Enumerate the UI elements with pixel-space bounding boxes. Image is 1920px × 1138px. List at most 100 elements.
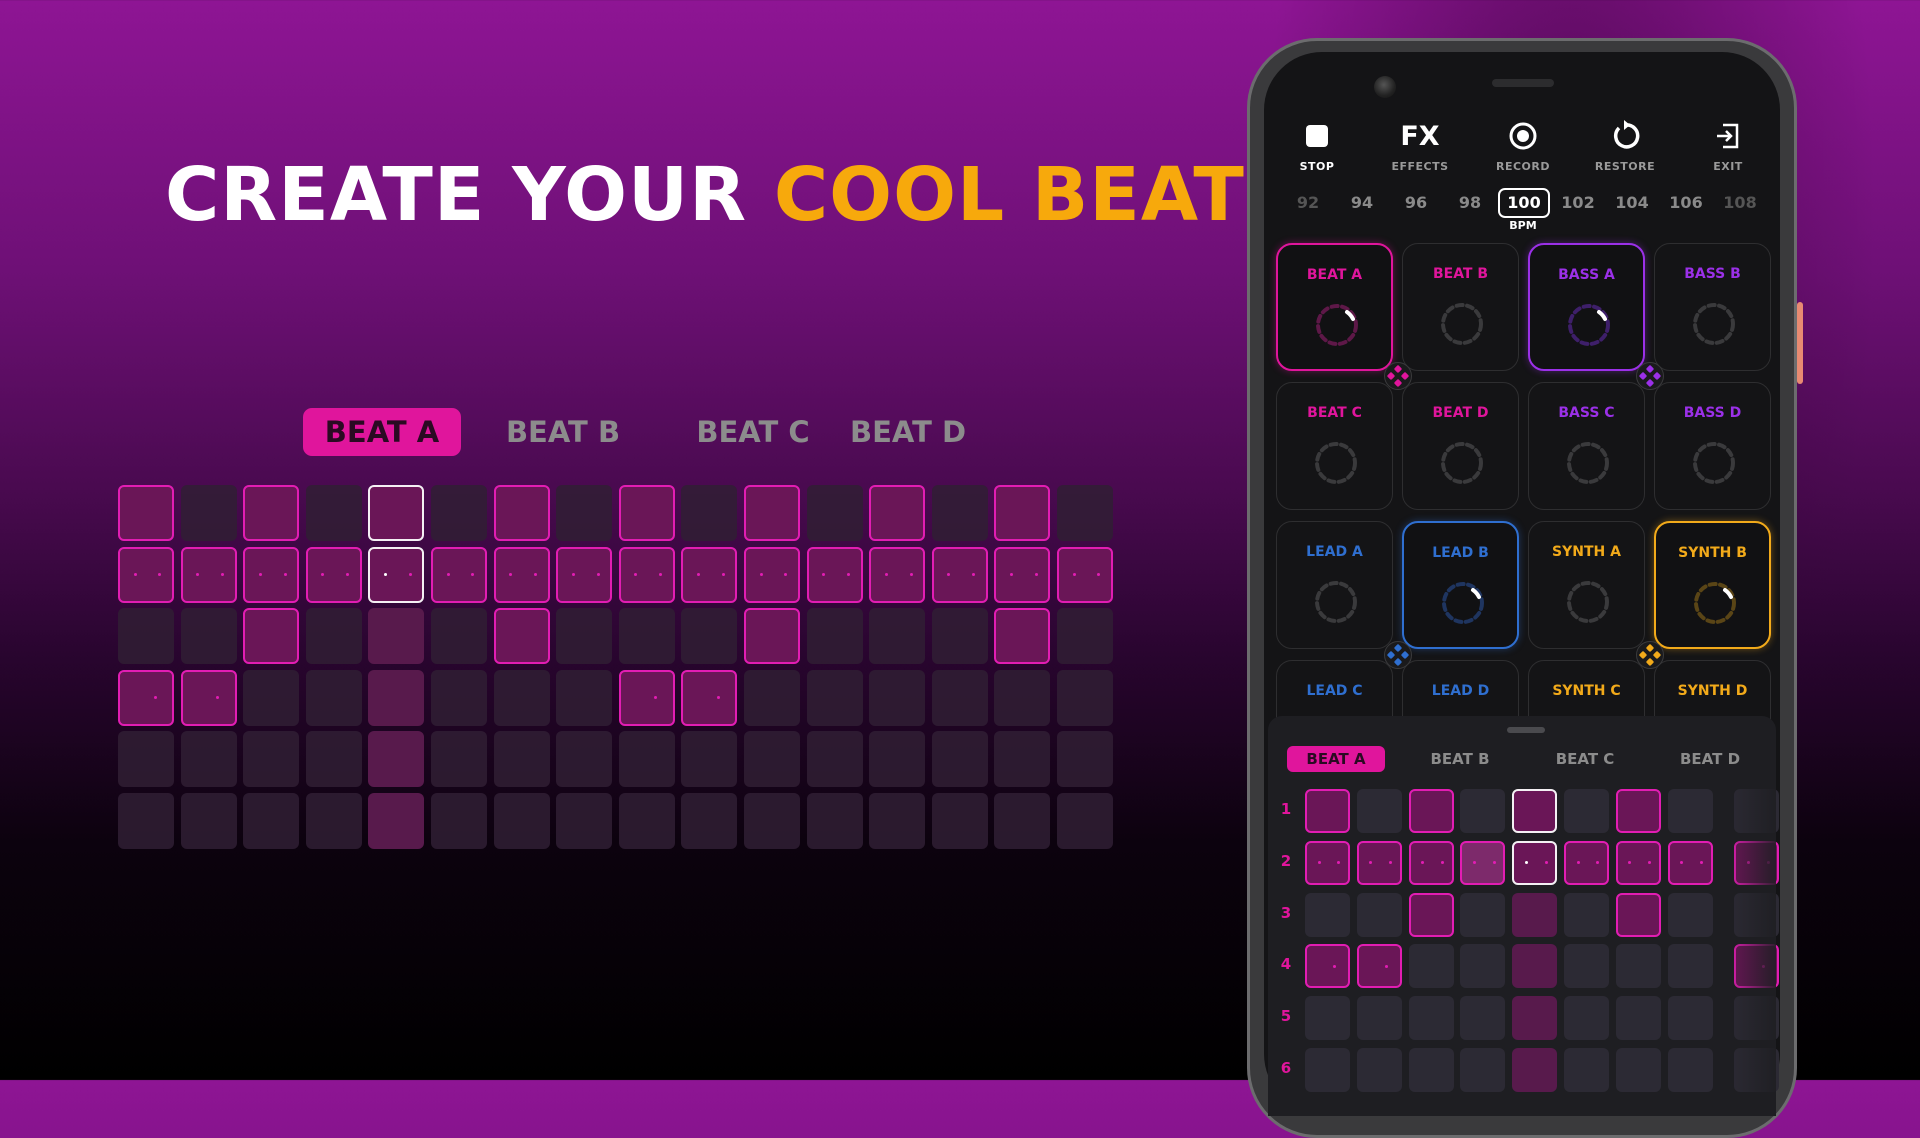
step-cell[interactable]: [994, 608, 1051, 664]
step-cell[interactable]: [931, 485, 988, 541]
step-cell[interactable]: [1356, 996, 1402, 1041]
step-cell[interactable]: [493, 608, 550, 664]
step-cell[interactable]: [1667, 944, 1713, 989]
bpm-option-98[interactable]: 98: [1448, 188, 1492, 218]
step-cell[interactable]: [744, 731, 800, 787]
step-cell[interactable]: [1408, 789, 1454, 833]
step-cell[interactable]: [368, 546, 425, 603]
step-cell[interactable]: [1667, 840, 1713, 885]
step-cell[interactable]: [1057, 608, 1113, 664]
step-cell[interactable]: [180, 731, 237, 787]
step-cell[interactable]: [1356, 1048, 1402, 1092]
step-cell[interactable]: [180, 792, 237, 849]
step-cell[interactable]: [681, 669, 738, 726]
step-cell[interactable]: [368, 669, 425, 726]
step-cell[interactable]: [493, 792, 550, 849]
step-cell[interactable]: [1057, 546, 1113, 603]
sequencer-tab-beat-b[interactable]: BEAT B: [1410, 746, 1510, 772]
step-cell[interactable]: [806, 546, 863, 603]
stop-button[interactable]: STOP: [1272, 118, 1362, 173]
step-cell[interactable]: [681, 546, 738, 603]
step-cell[interactable]: [1512, 840, 1558, 885]
step-cell[interactable]: [931, 608, 988, 664]
sheet-drag-handle[interactable]: [1507, 727, 1545, 733]
step-cell[interactable]: [556, 731, 613, 787]
pad-beat-a[interactable]: BEAT A: [1276, 243, 1393, 371]
showcase-tab-beat-d[interactable]: BEAT D: [838, 408, 978, 456]
pad-lead-a[interactable]: LEAD A: [1276, 521, 1393, 649]
step-cell[interactable]: [1667, 789, 1713, 833]
step-cell[interactable]: [869, 485, 926, 541]
step-cell[interactable]: [243, 608, 300, 664]
bpm-option-106[interactable]: 106: [1664, 188, 1708, 218]
step-cell[interactable]: [744, 608, 800, 664]
step-cell[interactable]: [243, 485, 300, 541]
exit-button[interactable]: EXIT: [1683, 118, 1773, 173]
step-cell[interactable]: [1512, 892, 1558, 937]
step-cell[interactable]: [618, 669, 675, 726]
step-cell[interactable]: [869, 731, 926, 787]
step-cell[interactable]: [1356, 944, 1402, 989]
step-cell[interactable]: [305, 669, 362, 726]
restore-button[interactable]: RESTORE: [1580, 118, 1670, 173]
pad-bass-c[interactable]: BASS C: [1528, 382, 1645, 510]
step-cell[interactable]: [994, 546, 1051, 603]
step-cell[interactable]: [618, 485, 675, 541]
step-cell[interactable]: [1408, 840, 1454, 885]
step-cell[interactable]: [806, 731, 863, 787]
step-cell[interactable]: [1057, 485, 1113, 541]
pad-beat-b[interactable]: BEAT B: [1402, 243, 1519, 371]
step-cell[interactable]: [493, 669, 550, 726]
step-cell[interactable]: [1356, 840, 1402, 885]
step-cell[interactable]: [1564, 892, 1609, 937]
bpm-option-102[interactable]: 102: [1556, 188, 1600, 218]
step-cell[interactable]: [1615, 1048, 1661, 1092]
step-cell[interactable]: [1460, 892, 1506, 937]
step-cell[interactable]: [1356, 789, 1402, 833]
step-cell[interactable]: [118, 546, 174, 603]
pad-bass-d[interactable]: BASS D: [1654, 382, 1771, 510]
step-cell[interactable]: [118, 608, 174, 664]
record-button[interactable]: RECORD: [1478, 118, 1568, 173]
step-cell[interactable]: [556, 546, 613, 603]
step-cell[interactable]: [681, 608, 738, 664]
step-cell[interactable]: [243, 792, 300, 849]
step-cell[interactable]: [180, 608, 237, 664]
step-cell[interactable]: [681, 792, 738, 849]
step-cell[interactable]: [1305, 944, 1350, 989]
step-cell[interactable]: [1564, 1048, 1609, 1092]
step-cell[interactable]: [556, 485, 613, 541]
showcase-tab-beat-b[interactable]: BEAT B: [493, 408, 633, 456]
step-cell[interactable]: [305, 608, 362, 664]
step-cell[interactable]: [806, 485, 863, 541]
sequencer-tab-beat-d[interactable]: BEAT D: [1660, 746, 1760, 772]
step-cell[interactable]: [1615, 892, 1661, 937]
step-cell[interactable]: [431, 485, 487, 541]
step-cell[interactable]: [994, 669, 1051, 726]
step-cell[interactable]: [744, 792, 800, 849]
step-cell[interactable]: [1667, 1048, 1713, 1092]
step-cell[interactable]: [243, 731, 300, 787]
step-cell[interactable]: [744, 485, 800, 541]
showcase-tab-beat-a[interactable]: BEAT A: [303, 408, 461, 456]
step-cell[interactable]: [931, 669, 988, 726]
step-cell[interactable]: [931, 731, 988, 787]
step-cell[interactable]: [556, 669, 613, 726]
pad-synth-b[interactable]: SYNTH B: [1654, 521, 1771, 649]
step-cell[interactable]: [305, 485, 362, 541]
bpm-option-96[interactable]: 96: [1394, 188, 1438, 218]
step-cell[interactable]: [1460, 840, 1506, 885]
step-cell[interactable]: [1460, 944, 1506, 989]
step-cell[interactable]: [1460, 996, 1506, 1041]
step-cell[interactable]: [305, 731, 362, 787]
pad-beat-c[interactable]: BEAT C: [1276, 382, 1393, 510]
step-cell[interactable]: [994, 485, 1051, 541]
pad-synth-a[interactable]: SYNTH A: [1528, 521, 1645, 649]
showcase-tab-beat-c[interactable]: BEAT C: [683, 408, 823, 456]
step-cell[interactable]: [806, 792, 863, 849]
step-cell[interactable]: [180, 669, 237, 726]
step-cell[interactable]: [1057, 792, 1113, 849]
step-cell[interactable]: [1667, 996, 1713, 1041]
step-cell[interactable]: [1460, 1048, 1506, 1092]
step-cell[interactable]: [118, 792, 174, 849]
